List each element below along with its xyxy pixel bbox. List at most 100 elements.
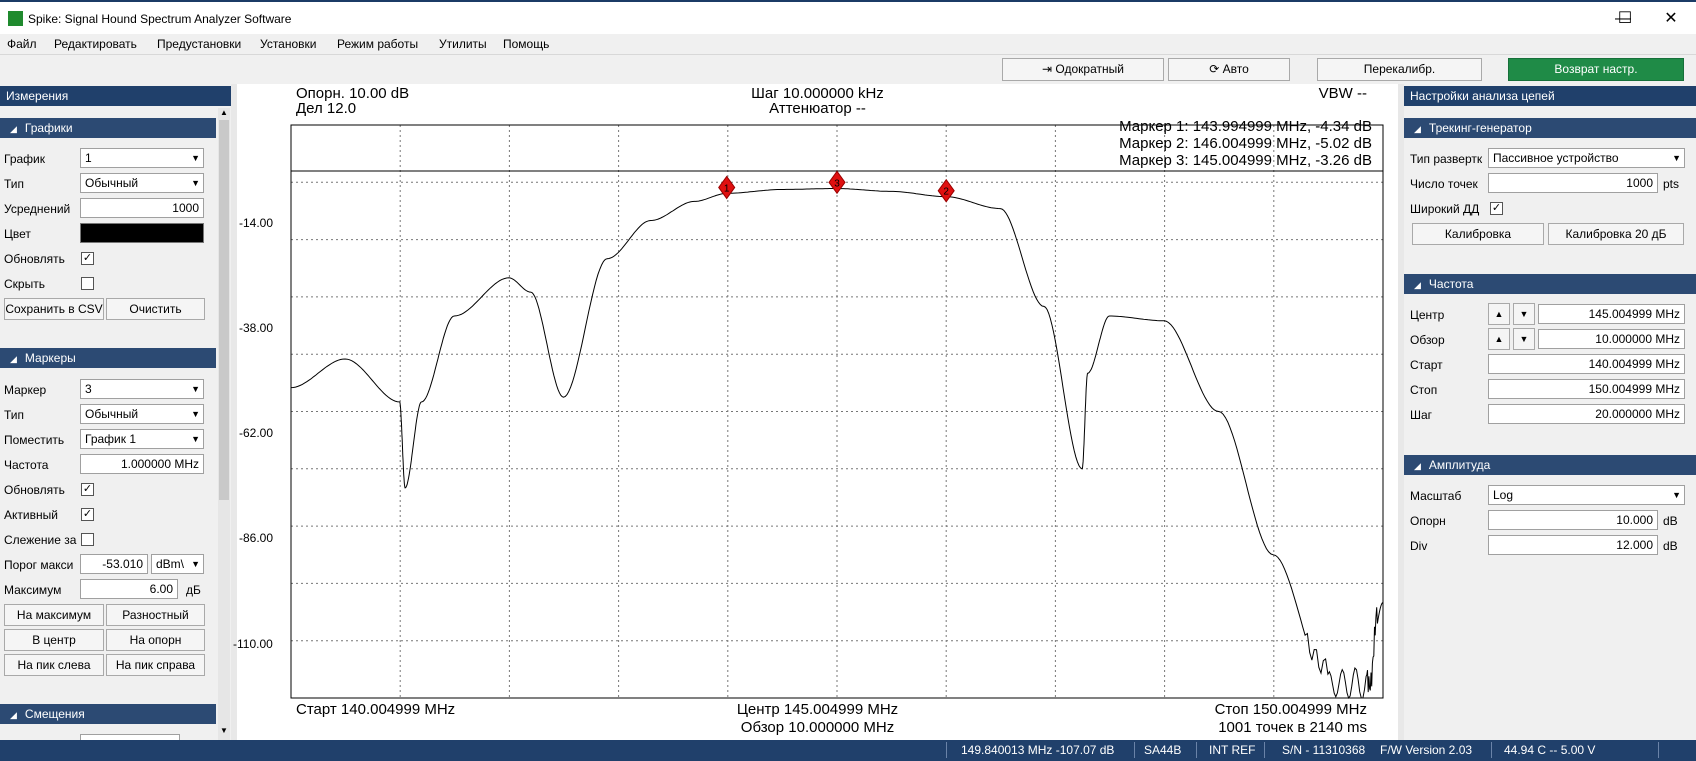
ref-input[interactable]: 10.000: [1488, 510, 1658, 530]
marker-track-label: Слежение за: [4, 533, 77, 547]
trace-type-label: Тип: [4, 177, 25, 191]
collapse-icon: ◢: [1414, 124, 1421, 134]
scroll-down-icon[interactable]: ▼: [219, 726, 229, 736]
sweep-type-select[interactable]: Пассивное устройство ▼: [1488, 148, 1685, 168]
clear-trace-button[interactable]: Очистить: [106, 298, 205, 320]
marker-active-checkbox[interactable]: ✓: [81, 508, 94, 521]
maximize-button[interactable]: ☐: [1602, 6, 1648, 32]
chevron-down-icon: ▼: [1672, 153, 1681, 163]
traces-group-header[interactable]: ◢ Графики: [0, 118, 216, 138]
marker-3-label: 3: [834, 178, 840, 189]
menu-presets[interactable]: Предустановки: [157, 37, 241, 51]
div-input[interactable]: 12.000: [1488, 535, 1658, 555]
center-up-button[interactable]: ▲: [1488, 303, 1510, 325]
calibrate-button[interactable]: Калибровка: [1412, 223, 1544, 245]
menu-settings[interactable]: Установки: [260, 37, 316, 51]
marker-2-label: 2: [943, 187, 949, 198]
span-label: Обзор: [1410, 333, 1445, 347]
marker-to-ref-button[interactable]: На опорн: [106, 629, 205, 651]
temperature-voltage: 44.94 C -- 5.00 V: [1504, 743, 1596, 757]
serial-number: S/N - 11310368: [1282, 743, 1366, 757]
start-freq-input[interactable]: 140.004999 MHz: [1488, 354, 1685, 374]
trace-color-swatch[interactable]: [80, 223, 204, 243]
spectrum-plot[interactable]: 1 3 2: [237, 84, 1398, 740]
peak-excursion-unit: дБ: [186, 583, 201, 597]
collapse-icon: ◢: [10, 354, 17, 364]
trace-hide-label: Скрыть: [4, 277, 45, 291]
trace-hide-checkbox[interactable]: [81, 277, 94, 290]
span-up-button[interactable]: ▲: [1488, 328, 1510, 350]
peak-right-button[interactable]: На пик справа: [106, 654, 205, 676]
close-button[interactable]: ✕: [1648, 6, 1694, 32]
marker-track-checkbox[interactable]: [81, 533, 94, 546]
center-label: Центр: [1410, 308, 1445, 322]
marker-freq-input[interactable]: 1.000000 MHz: [80, 454, 204, 474]
delta-marker-button[interactable]: Разностный: [106, 604, 205, 626]
wide-range-checkbox[interactable]: ✓: [1490, 202, 1503, 215]
menu-mode[interactable]: Режим работы: [337, 37, 418, 51]
peak-threshold-input[interactable]: -53.010: [80, 554, 148, 574]
ref-label: Опорн: [1410, 514, 1446, 528]
span-down-button[interactable]: ▼: [1513, 328, 1535, 350]
save-csv-button[interactable]: Сохранить в CSV: [4, 298, 104, 320]
peak-threshold-label: Порог макси: [4, 558, 74, 572]
points-input[interactable]: 1000: [1488, 173, 1658, 193]
scale-select[interactable]: Log ▼: [1488, 485, 1685, 505]
stop-label: Стоп: [1410, 383, 1438, 397]
menu-help[interactable]: Помощь: [503, 37, 549, 51]
menu-file[interactable]: Файл: [7, 37, 37, 51]
stop-freq-text: Стоп 150.004999 MHz: [1214, 701, 1367, 718]
window-title: Spike: Signal Hound Spectrum Analyzer So…: [28, 12, 292, 26]
marker-to-center-button[interactable]: В центр: [4, 629, 104, 651]
step-input[interactable]: 20.000000 MHz: [1488, 404, 1685, 424]
sweep-type-label: Тип развертк: [1410, 152, 1483, 166]
marker-select[interactable]: 3 ▼: [80, 379, 204, 399]
markers-group-header[interactable]: ◢ Маркеры: [0, 348, 216, 368]
minimize-button-alt[interactable]: [1556, 6, 1602, 32]
scale-label: Масштаб: [1410, 489, 1462, 503]
peak-left-button[interactable]: На пик слева: [4, 654, 104, 676]
single-sweep-button[interactable]: ⇥ Одократный: [1002, 58, 1164, 81]
menu-edit[interactable]: Редактировать: [54, 37, 137, 51]
y-label-1: -14.00: [239, 216, 274, 230]
center-down-button[interactable]: ▼: [1513, 303, 1535, 325]
trace-update-checkbox[interactable]: ✓: [81, 252, 94, 265]
left-scroll-thumb[interactable]: [219, 120, 229, 500]
marker-label: Маркер: [4, 383, 47, 397]
preset-button[interactable]: Возврат настр.: [1508, 58, 1684, 81]
marker-1-readout: Маркер 1: 143.994999 MHz, -4.34 dB: [1119, 118, 1372, 135]
y-label-5: -110.00: [233, 637, 273, 651]
chevron-down-icon: ▼: [191, 559, 200, 569]
peak-excursion-input[interactable]: 6.00: [80, 579, 178, 599]
amplitude-group-header[interactable]: ◢ Амплитуда: [1404, 455, 1696, 475]
center-freq-input[interactable]: 145.004999 MHz: [1538, 304, 1685, 324]
firmware-version: F/W Version 2.03: [1380, 743, 1473, 757]
peak-search-button[interactable]: На максимум: [4, 604, 104, 626]
trace-type-select[interactable]: Обычный ▼: [80, 173, 204, 193]
recalibrate-button[interactable]: Перекалибр.: [1317, 58, 1482, 81]
marker-type-select[interactable]: Обычный ▼: [80, 404, 204, 424]
marker-freq-label: Частота: [4, 458, 49, 472]
auto-sweep-button[interactable]: ⟳ Авто: [1168, 58, 1290, 81]
network-settings-title: Настройки анализа цепей: [1404, 86, 1696, 106]
stop-freq-input[interactable]: 150.004999 MHz: [1488, 379, 1685, 399]
frequency-group-header[interactable]: ◢ Частота: [1404, 274, 1696, 294]
span-input[interactable]: 10.000000 MHz: [1538, 329, 1685, 349]
marker-place-select[interactable]: График 1 ▼: [80, 429, 204, 449]
average-input[interactable]: 1000: [80, 198, 204, 218]
tg-group-header[interactable]: ◢ Трекинг-генератор: [1404, 118, 1696, 138]
ref-source: INT REF: [1209, 743, 1256, 757]
graph-select[interactable]: 1 ▼: [80, 148, 204, 168]
scroll-up-icon[interactable]: ▲: [219, 108, 229, 118]
chevron-down-icon: ▼: [191, 178, 200, 188]
chevron-down-icon: ▼: [1672, 490, 1681, 500]
calibrate-20db-button[interactable]: Калибровка 20 дБ: [1548, 223, 1684, 245]
peak-threshold-unit-select[interactable]: dBm\ ▼: [151, 554, 204, 574]
trace-update-label: Обновлять: [4, 252, 65, 266]
offsets-group-header[interactable]: ◢ Смещения: [0, 704, 216, 724]
collapse-icon: ◢: [1414, 280, 1421, 290]
spectrum-display: 132 Опорн. 10.00 dB Дел 12.0 Шаг 10.0000…: [231, 84, 1404, 740]
attenuator-text: Аттенюатор --: [769, 100, 866, 117]
menu-utilities[interactable]: Утилиты: [439, 37, 487, 51]
marker-update-checkbox[interactable]: ✓: [81, 483, 94, 496]
